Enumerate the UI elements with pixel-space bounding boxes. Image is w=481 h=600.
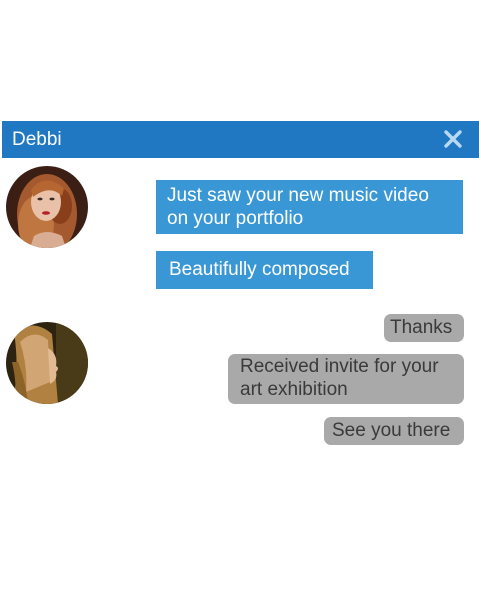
- close-button[interactable]: [441, 127, 465, 151]
- chat-header: Debbi: [2, 121, 479, 158]
- woman-portrait-icon: [6, 166, 88, 248]
- message-bubble-incoming: Just saw your new music video on your po…: [156, 180, 463, 234]
- chat-title: Debbi: [12, 129, 62, 150]
- close-icon: [444, 130, 462, 148]
- avatar-debbi[interactable]: [6, 166, 88, 248]
- message-bubble-outgoing: See you there: [324, 417, 464, 445]
- message-bubble-outgoing: Received invite for your art exhibition: [228, 354, 464, 404]
- woman-profile-icon: [6, 322, 88, 404]
- avatar-contact[interactable]: [6, 322, 88, 404]
- message-bubble-outgoing: Thanks: [384, 314, 464, 342]
- message-bubble-incoming: Beautifully composed: [156, 251, 373, 289]
